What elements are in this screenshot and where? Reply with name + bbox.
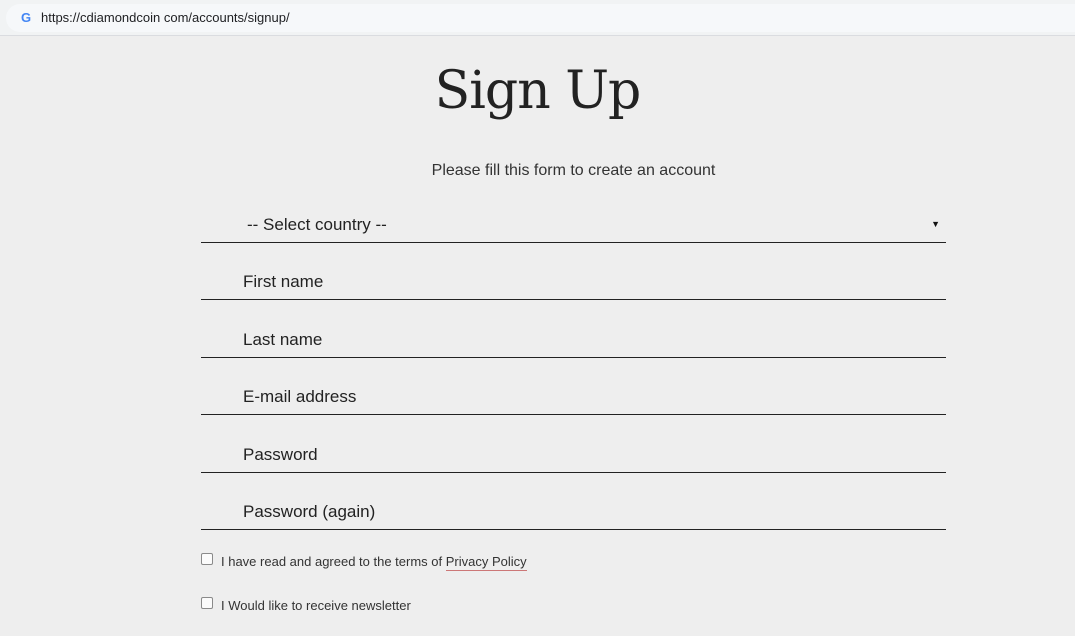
newsletter-checkbox[interactable] — [201, 597, 213, 609]
terms-label-text: I have read and agreed to the terms of — [221, 554, 446, 569]
first-name-field[interactable]: First name — [201, 260, 946, 300]
last-name-field[interactable]: Last name — [201, 318, 946, 358]
dropdown-caret-icon: ▼ — [931, 219, 940, 229]
google-g-icon: G — [20, 10, 32, 25]
last-name-placeholder: Last name — [243, 330, 323, 349]
page-subtitle: Please fill this form to create an accou… — [431, 162, 716, 179]
password-again-field[interactable]: Password (again) — [201, 490, 946, 530]
browser-address-bar: G https://cdiamondcoin com/accounts/sign… — [0, 0, 1075, 36]
email-field[interactable]: E-mail address — [201, 375, 946, 415]
page-title: Sign Up — [434, 61, 642, 121]
country-select-value: -- Select country -- — [247, 215, 387, 234]
url-field[interactable]: G https://cdiamondcoin com/accounts/sign… — [6, 4, 1075, 32]
privacy-policy-link[interactable]: Privacy Policy — [445, 554, 527, 571]
country-select[interactable]: -- Select country -- ▼ — [201, 203, 946, 243]
password-field[interactable]: Password — [201, 433, 946, 473]
email-placeholder: E-mail address — [243, 387, 357, 406]
password-again-placeholder: Password (again) — [243, 502, 376, 521]
terms-label: I have read and agreed to the terms of P… — [221, 554, 527, 571]
terms-checkbox[interactable] — [201, 553, 213, 565]
url-text[interactable]: https://cdiamondcoin com/accounts/signup… — [41, 10, 290, 26]
password-placeholder: Password — [243, 445, 318, 464]
newsletter-label: I Would like to receive newsletter — [221, 598, 411, 613]
first-name-placeholder: First name — [243, 272, 324, 291]
